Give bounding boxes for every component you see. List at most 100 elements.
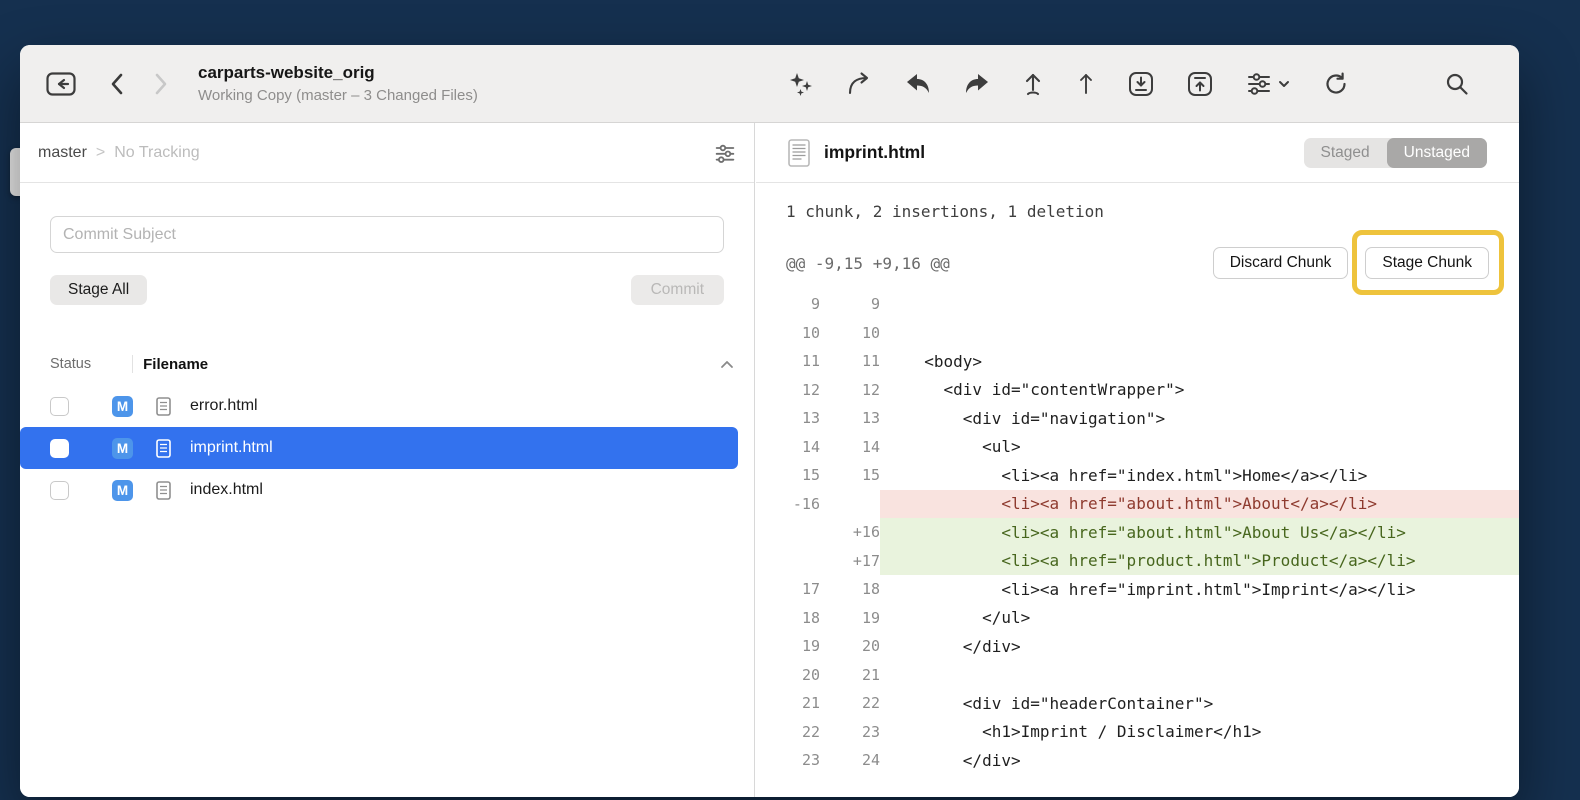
search-icon[interactable]	[1444, 71, 1470, 97]
old-line-number: 15	[756, 461, 820, 490]
new-line-number: 20	[820, 632, 880, 661]
file-list: M error.html M imprint.html M	[20, 385, 754, 511]
modified-status-badge: M	[112, 396, 133, 417]
arrow-up-icon[interactable]	[1077, 71, 1095, 97]
git-client-window: carparts-website_orig Working Copy (mast…	[20, 45, 1519, 797]
file-name-label: index.html	[190, 481, 263, 499]
file-row-error.html[interactable]: M error.html	[20, 385, 754, 427]
diff-line[interactable]: 11 11 <body>	[756, 347, 1519, 376]
unstaged-tab[interactable]: Unstaged	[1387, 138, 1487, 168]
diff-line[interactable]: 21 22 <div id="headerContainer">	[756, 689, 1519, 718]
new-line-number	[820, 490, 880, 519]
file-table-header: Status Filename	[20, 349, 754, 385]
diff-line[interactable]: 17 18 <li><a href="imprint.html">Imprint…	[756, 575, 1519, 604]
diff-line-code: <div id="contentWrapper">	[880, 376, 1519, 405]
diff-line-code: <li><a href="index.html">Home</a></li>	[880, 461, 1519, 490]
collapse-chevron-icon[interactable]	[720, 360, 734, 369]
stage-chunk-button[interactable]: Stage Chunk	[1365, 247, 1489, 279]
diff-panel: imprint.html Staged Unstaged 1 chunk, 2 …	[756, 123, 1519, 797]
diff-line[interactable]: +17 <li><a href="product.html">Product</…	[756, 547, 1519, 576]
diff-line-code: <ul>	[880, 433, 1519, 462]
breadcrumb-branch[interactable]: master	[38, 144, 87, 162]
diff-line[interactable]: 23 24 </div>	[756, 746, 1519, 775]
forward-chevron-icon[interactable]	[154, 72, 168, 96]
diff-file-header: imprint.html Staged Unstaged	[756, 123, 1519, 183]
old-line-number: 23	[756, 746, 820, 775]
diff-line-code: <div id="headerContainer">	[880, 689, 1519, 718]
diff-line[interactable]: 19 20 </div>	[756, 632, 1519, 661]
stage-checkbox[interactable]	[50, 481, 69, 500]
diff-line[interactable]: 12 12 <div id="contentWrapper">	[756, 376, 1519, 405]
new-line-number: 23	[820, 718, 880, 747]
chunk-buttons: Discard Chunk Stage Chunk	[1213, 247, 1489, 279]
file-row-index.html[interactable]: M index.html	[20, 469, 754, 511]
discard-chunk-button[interactable]: Discard Chunk	[1213, 247, 1349, 279]
old-line-number: 17	[756, 575, 820, 604]
toolbar: carparts-website_orig Working Copy (mast…	[20, 45, 1519, 123]
diff-line[interactable]: 14 14 <ul>	[756, 433, 1519, 462]
old-line-number: 9	[756, 290, 820, 319]
diff-line[interactable]: 9 9	[756, 290, 1519, 319]
new-line-number: 9	[820, 290, 880, 319]
redo-arrow-icon[interactable]	[964, 73, 989, 95]
breadcrumb-tracking[interactable]: No Tracking	[114, 144, 199, 162]
undo-arrow-icon[interactable]	[906, 73, 931, 95]
new-line-number: 22	[820, 689, 880, 718]
new-line-number: 13	[820, 404, 880, 433]
diff-line[interactable]: 10 10	[756, 319, 1519, 348]
working-copy-subtitle: Working Copy (master – 3 Changed Files)	[198, 87, 478, 104]
push-icon[interactable]	[1187, 71, 1213, 97]
diff-line[interactable]: 15 15 <li><a href="index.html">Home</a><…	[756, 461, 1519, 490]
window-title-block: carparts-website_orig Working Copy (mast…	[198, 63, 478, 104]
diff-line-code: <li><a href="product.html">Product</a></…	[880, 547, 1519, 576]
diff-line[interactable]: 13 13 <div id="navigation">	[756, 404, 1519, 433]
file-icon	[156, 481, 171, 500]
file-icon	[156, 397, 171, 416]
filter-options-icon[interactable]	[714, 143, 736, 163]
diff-summary: 1 chunk, 2 insertions, 1 deletion	[756, 183, 1519, 240]
diff-line[interactable]: 20 21	[756, 661, 1519, 690]
view-options-button[interactable]	[1246, 72, 1290, 96]
toolbar-actions	[788, 45, 1470, 122]
share-arrow-icon[interactable]	[847, 72, 873, 96]
old-line-number: 18	[756, 604, 820, 633]
diff-line[interactable]: +16 <li><a href="about.html">About Us</a…	[756, 518, 1519, 547]
stage-checkbox[interactable]	[50, 439, 69, 458]
diff-line[interactable]: -16 <li><a href="about.html">About</a></…	[756, 490, 1519, 519]
commit-button[interactable]: Commit	[631, 275, 724, 305]
new-line-number: 21	[820, 661, 880, 690]
diff-line-code: <li><a href="imprint.html">Imprint</a></…	[880, 575, 1519, 604]
breadcrumb: master > No Tracking	[20, 123, 754, 183]
file-name-label: imprint.html	[190, 439, 273, 457]
cherry-pick-icon[interactable]	[1022, 71, 1044, 97]
column-divider	[132, 355, 133, 373]
new-line-number: 18	[820, 575, 880, 604]
stage-all-button[interactable]: Stage All	[50, 275, 147, 305]
refresh-icon[interactable]	[1323, 71, 1349, 97]
chunk-header-row: @@ -9,15 +9,16 @@ Discard Chunk Stage Ch…	[756, 240, 1519, 286]
diff-line-code	[880, 661, 1519, 690]
status-column-header: Status	[50, 356, 91, 372]
file-row-imprint.html[interactable]: M imprint.html	[20, 427, 738, 469]
stage-chunk-wrap: Stage Chunk	[1365, 247, 1489, 279]
file-name-label: error.html	[190, 397, 258, 415]
diff-line-code	[880, 290, 1519, 319]
old-line-number	[756, 518, 820, 547]
chevron-down-icon	[1278, 80, 1290, 88]
file-icon	[156, 439, 171, 458]
sparkle-icon[interactable]	[788, 71, 814, 97]
diff-line[interactable]: 18 19 </ul>	[756, 604, 1519, 633]
staged-tab[interactable]: Staged	[1304, 138, 1387, 168]
old-line-number: 20	[756, 661, 820, 690]
commit-subject-input[interactable]	[50, 216, 724, 253]
diff-line[interactable]: 22 23 <h1>Imprint / Disclaimer</h1>	[756, 718, 1519, 747]
diff-line-code: <body>	[880, 347, 1519, 376]
stage-checkbox[interactable]	[50, 397, 69, 416]
breadcrumb-separator: >	[96, 144, 105, 162]
tab-back-icon[interactable]	[46, 72, 76, 96]
diff-line-code: <li><a href="about.html">About</a></li>	[880, 490, 1519, 519]
old-line-number: -16	[756, 490, 820, 519]
pull-icon[interactable]	[1128, 71, 1154, 97]
repository-title: carparts-website_orig	[198, 63, 478, 83]
back-chevron-icon[interactable]	[110, 72, 124, 96]
